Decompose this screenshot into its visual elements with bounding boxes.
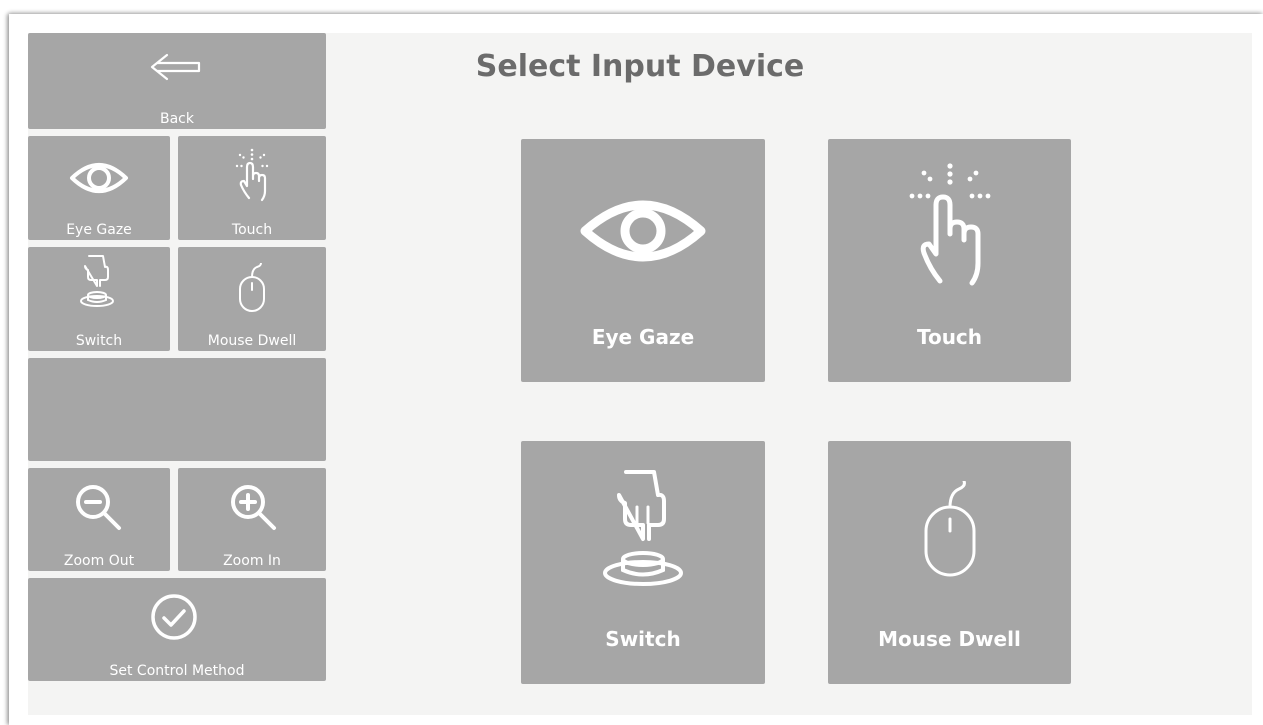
mouse-dwell-button[interactable]: Mouse Dwell bbox=[178, 247, 326, 351]
switch-press-icon bbox=[80, 255, 114, 307]
mouse-dwell-option[interactable]: Mouse Dwell bbox=[828, 441, 1071, 684]
app-canvas: Back Eye Gaze Touch Switch Mouse Dwell Z… bbox=[28, 33, 1252, 715]
eye-gaze-option[interactable]: Eye Gaze bbox=[521, 139, 765, 382]
mouse-dwell-label: Mouse Dwell bbox=[207, 333, 297, 349]
touch-label: Touch bbox=[231, 222, 273, 238]
switch-label: Switch bbox=[75, 333, 123, 349]
zoom-out-button[interactable]: Zoom Out bbox=[28, 468, 170, 571]
touch-option-label: Touch bbox=[916, 325, 983, 349]
eye-icon bbox=[70, 163, 128, 193]
zoom-in-button[interactable]: Zoom In bbox=[178, 468, 326, 571]
touch-option[interactable]: Touch bbox=[828, 139, 1071, 382]
back-label: Back bbox=[160, 111, 194, 127]
zoom-in-icon bbox=[231, 485, 276, 530]
set-control-method-button[interactable]: Set Control Method bbox=[28, 578, 326, 681]
eye-gaze-option-label: Eye Gaze bbox=[591, 325, 695, 349]
eye-gaze-button[interactable]: Eye Gaze bbox=[28, 136, 170, 240]
zoom-out-label: Zoom Out bbox=[63, 553, 135, 569]
switch-press-icon bbox=[603, 470, 683, 586]
mouse-icon bbox=[239, 263, 265, 312]
empty-slot bbox=[28, 358, 326, 461]
touch-button[interactable]: Touch bbox=[178, 136, 326, 240]
tap-hand-icon bbox=[235, 148, 269, 202]
checkmark-circle-icon bbox=[151, 594, 197, 640]
tap-hand-icon bbox=[909, 163, 991, 286]
switch-option-label: Switch bbox=[605, 627, 681, 651]
eye-gaze-label: Eye Gaze bbox=[66, 222, 132, 238]
zoom-in-label: Zoom In bbox=[223, 553, 281, 569]
mouse-icon bbox=[924, 481, 976, 577]
page-title: Select Input Device bbox=[475, 49, 805, 84]
eye-icon bbox=[580, 200, 706, 262]
mouse-dwell-option-label: Mouse Dwell bbox=[878, 627, 1021, 651]
switch-button[interactable]: Switch bbox=[28, 247, 170, 351]
switch-option[interactable]: Switch bbox=[521, 441, 765, 684]
zoom-out-icon bbox=[76, 485, 121, 530]
set-control-method-label: Set Control Method bbox=[109, 663, 245, 679]
